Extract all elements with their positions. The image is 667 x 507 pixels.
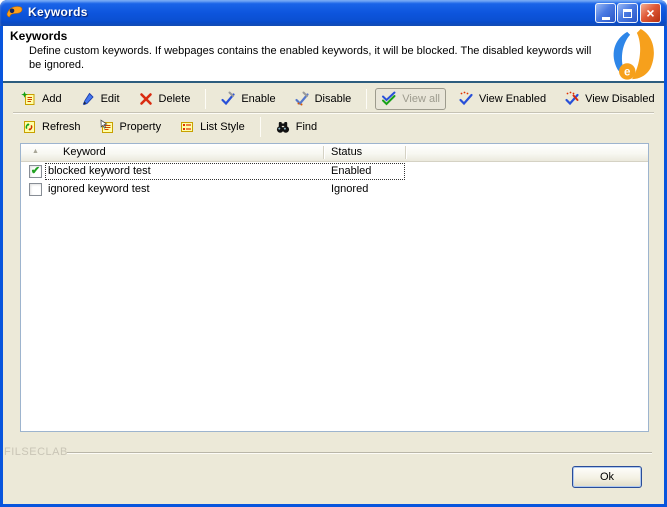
- status-cell: Ignored: [331, 183, 368, 195]
- column-header-status[interactable]: Status: [331, 146, 362, 158]
- edit-icon: [80, 91, 96, 107]
- list-style-button[interactable]: List Style: [173, 116, 251, 138]
- toolbar-row-1: Add Edit Delete En: [3, 86, 664, 111]
- titlebar[interactable]: Keywords ×: [0, 0, 667, 26]
- property-button-label: Property: [120, 121, 162, 133]
- refresh-icon: [21, 119, 37, 135]
- view-disabled-icon: [564, 91, 580, 107]
- list-header: ▲ Keyword Status: [21, 144, 648, 162]
- edit-button-label: Edit: [101, 93, 120, 105]
- enable-button[interactable]: Enable: [214, 88, 281, 110]
- keyword-cell: ignored keyword test: [48, 183, 150, 195]
- view-all-button[interactable]: View all: [375, 88, 446, 110]
- keywords-dialog-window: Keywords × Keywords Define custom keywor…: [0, 0, 667, 507]
- footer-divider: [67, 452, 652, 454]
- page-title: Keywords: [10, 29, 67, 43]
- property-button[interactable]: Property: [93, 116, 168, 138]
- view-enabled-button-label: View Enabled: [479, 93, 546, 105]
- page-header: Keywords Define custom keywords. If webp…: [3, 26, 664, 83]
- delete-button-label: Delete: [159, 93, 191, 105]
- add-button-label: Add: [42, 93, 62, 105]
- list-style-icon: [179, 119, 195, 135]
- toolbar-separator: [260, 117, 261, 137]
- list-row-blocked-keyword[interactable]: ✔ blocked keyword test Enabled: [21, 163, 648, 181]
- window-title: Keywords: [28, 5, 88, 19]
- row-checkbox-checked[interactable]: ✔: [29, 165, 42, 178]
- filseclab-brand-text: FILSECLAB: [4, 446, 68, 458]
- close-icon: ×: [646, 6, 654, 20]
- add-button[interactable]: Add: [15, 88, 68, 110]
- enable-icon: [220, 91, 236, 107]
- view-disabled-button-label: View Disabled: [585, 93, 655, 105]
- toolbar-separator: [366, 89, 367, 109]
- property-icon: [99, 119, 115, 135]
- row-checkbox-unchecked[interactable]: [29, 183, 42, 196]
- filseclab-wings-logo: e: [606, 28, 660, 82]
- status-cell: Enabled: [331, 165, 371, 177]
- app-icon: [6, 4, 24, 22]
- minimize-icon: [602, 17, 610, 20]
- disable-button-label: Disable: [315, 93, 352, 105]
- sort-ascending-icon: ▲: [32, 148, 39, 155]
- find-button[interactable]: Find: [269, 116, 323, 138]
- enable-button-label: Enable: [241, 93, 275, 105]
- close-button[interactable]: ×: [640, 3, 661, 23]
- keyword-cell: blocked keyword test: [48, 165, 151, 177]
- refresh-button-label: Refresh: [42, 121, 81, 133]
- view-all-button-label: View all: [402, 93, 440, 105]
- dialog-client-area: Keywords Define custom keywords. If webp…: [3, 26, 664, 504]
- column-header-keyword[interactable]: Keyword: [63, 146, 106, 158]
- keywords-listview: ▲ Keyword Status ✔ blocked keyword test …: [20, 143, 649, 432]
- list-row-ignored-keyword[interactable]: ignored keyword test Ignored: [21, 181, 648, 199]
- list-style-button-label: List Style: [200, 121, 245, 133]
- page-description: Define custom keywords. If webpages cont…: [29, 44, 595, 72]
- column-separator[interactable]: [405, 146, 406, 159]
- ok-button[interactable]: Ok: [572, 466, 642, 488]
- refresh-button[interactable]: Refresh: [15, 116, 87, 138]
- minimize-button[interactable]: [595, 3, 616, 23]
- delete-button[interactable]: Delete: [132, 88, 197, 110]
- delete-icon: [138, 91, 154, 107]
- maximize-button[interactable]: [617, 3, 638, 23]
- find-button-label: Find: [296, 121, 317, 133]
- disable-button[interactable]: Disable: [288, 88, 358, 110]
- view-enabled-button[interactable]: View Enabled: [452, 88, 552, 110]
- view-enabled-icon: [458, 91, 474, 107]
- toolbar-row-2: Refresh Property: [3, 114, 664, 140]
- find-icon: [275, 119, 291, 135]
- svg-text:e: e: [624, 67, 631, 79]
- view-all-icon: [381, 91, 397, 107]
- maximize-icon: [623, 9, 632, 18]
- column-separator[interactable]: [323, 146, 324, 159]
- view-disabled-button[interactable]: View Disabled: [558, 88, 661, 110]
- add-icon: [21, 91, 37, 107]
- toolbar-separator: [205, 89, 206, 109]
- edit-button[interactable]: Edit: [74, 88, 126, 110]
- disable-icon: [294, 91, 310, 107]
